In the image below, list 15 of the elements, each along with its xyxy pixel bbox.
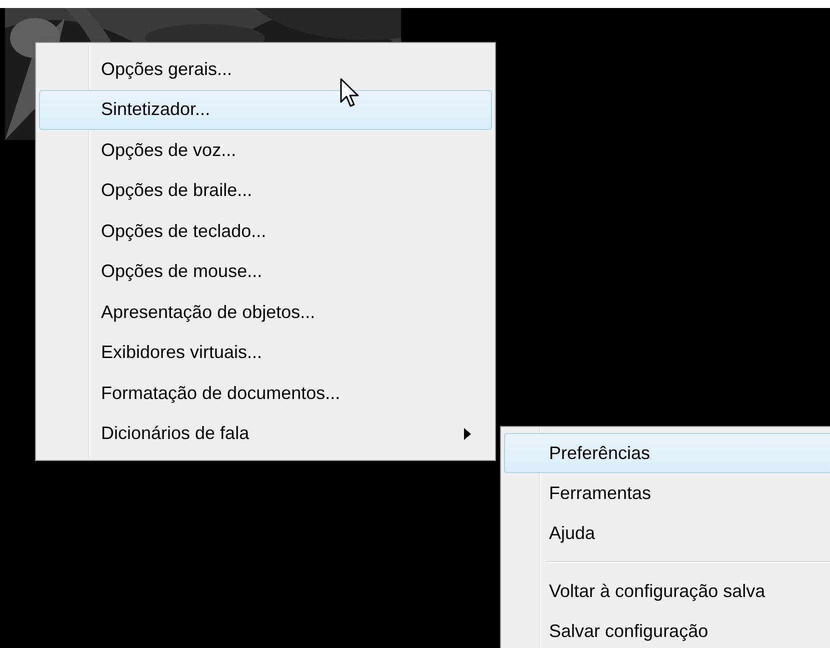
menu-item[interactable]: Voltar à configuração salva — [504, 571, 830, 611]
menu-item[interactable]: Salvar configuração — [504, 611, 830, 648]
menu-item[interactable]: Ferramentas — [504, 473, 830, 513]
menu-item[interactable]: Ajuda — [504, 513, 830, 553]
menu-item[interactable]: Opções de braile... — [39, 170, 492, 211]
menu-item[interactable]: Formatação de documentos... — [39, 373, 492, 414]
menu-item[interactable]: Preferências — [504, 433, 830, 473]
menu-item[interactable]: Exibidores virtuais... — [39, 332, 492, 373]
menu-item[interactable]: Opções de teclado... — [39, 211, 492, 252]
menu-item[interactable]: Opções gerais... — [39, 49, 492, 90]
menu-item[interactable]: Sintetizador... — [39, 90, 492, 130]
menu-item[interactable]: Dicionários de fala — [39, 414, 492, 454]
menu-item[interactable]: Opções de mouse... — [39, 252, 492, 292]
menu-item[interactable]: Opções de voz... — [39, 130, 492, 170]
menu-item[interactable]: Apresentação de objetos... — [39, 292, 492, 332]
